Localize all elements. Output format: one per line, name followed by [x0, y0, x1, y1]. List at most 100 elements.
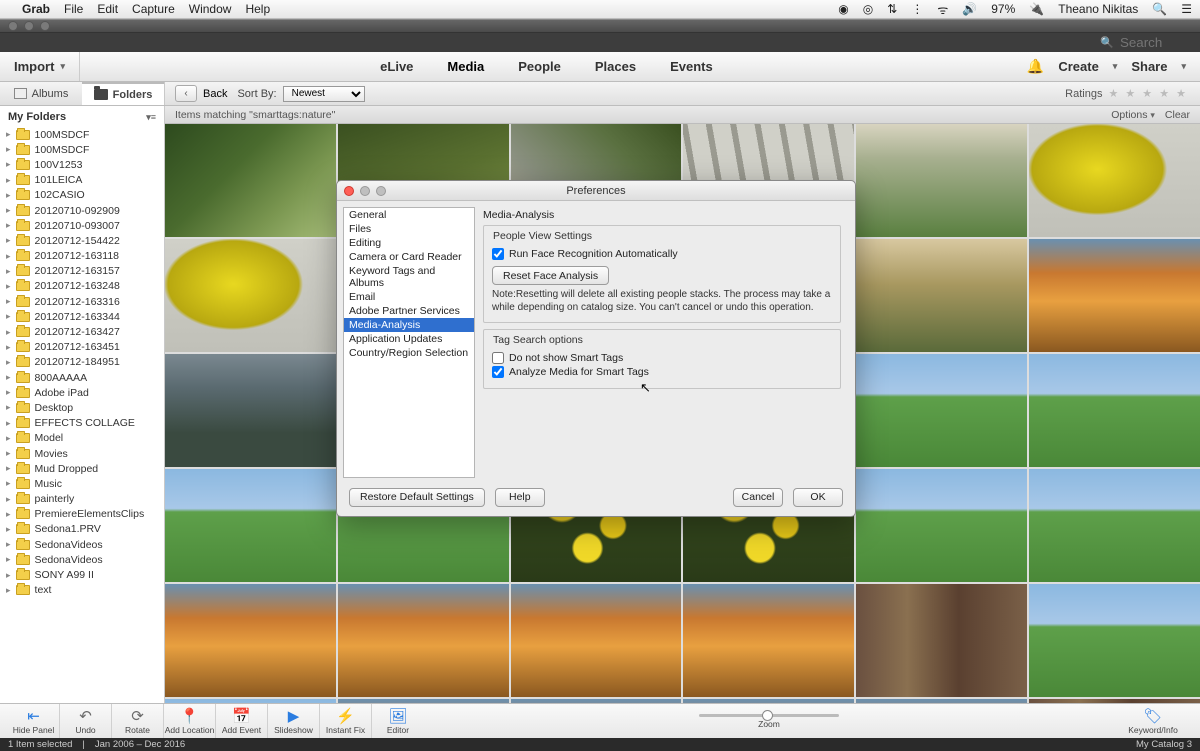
toolbar-add-location[interactable]: 📍Add Location: [164, 704, 216, 738]
thumbnail[interactable]: [165, 584, 336, 697]
toolbar-editor[interactable]: 🖼Editor: [372, 704, 424, 738]
pref-category[interactable]: General: [344, 208, 474, 222]
run-face-recognition-checkbox[interactable]: Run Face Recognition Automatically: [492, 248, 832, 260]
dialog-titlebar[interactable]: Preferences: [337, 181, 855, 201]
menu-edit[interactable]: Edit: [97, 2, 118, 16]
app-menu[interactable]: Grab: [22, 2, 50, 16]
thumbnail[interactable]: [856, 124, 1027, 237]
toolbar-slideshow[interactable]: ▶Slideshow: [268, 704, 320, 738]
thumbnail[interactable]: [165, 469, 336, 582]
reset-face-analysis-button[interactable]: Reset Face Analysis: [492, 266, 609, 285]
pref-category[interactable]: Keyword Tags and Albums: [344, 264, 474, 290]
sort-select[interactable]: Newest: [283, 86, 365, 102]
cancel-button[interactable]: Cancel: [733, 488, 783, 507]
nav-places[interactable]: Places: [595, 59, 636, 74]
sidebar-folder[interactable]: ▸100V1253: [6, 157, 164, 172]
pref-category[interactable]: Editing: [344, 236, 474, 250]
sidebar-folder[interactable]: ▸Music: [6, 476, 164, 491]
clear-filter[interactable]: Clear: [1165, 109, 1190, 121]
share-button[interactable]: Share: [1131, 59, 1167, 74]
sidebar-folder[interactable]: ▸20120712-184951: [6, 355, 164, 370]
sidebar-folder[interactable]: ▸20120712-163451: [6, 340, 164, 355]
menu-file[interactable]: File: [64, 2, 83, 16]
close-icon[interactable]: [8, 21, 18, 31]
sidebar-folder[interactable]: ▸Adobe iPad: [6, 385, 164, 400]
no-smart-tags-checkbox[interactable]: Do not show Smart Tags: [492, 352, 832, 364]
sidebar-folder[interactable]: ▸800AAAAA: [6, 370, 164, 385]
menu-help[interactable]: Help: [245, 2, 270, 16]
nav-media[interactable]: Media: [447, 59, 484, 74]
menu-capture[interactable]: Capture: [132, 2, 175, 16]
nav-people[interactable]: People: [518, 59, 561, 74]
ok-button[interactable]: OK: [793, 488, 843, 507]
sidebar-menu-icon[interactable]: ▾≡: [146, 112, 156, 123]
sidebar-folder[interactable]: ▸SedonaVideos: [6, 552, 164, 567]
pref-category[interactable]: Camera or Card Reader: [344, 250, 474, 264]
help-button[interactable]: Help: [495, 488, 545, 507]
analyze-smart-tags-checkbox[interactable]: Analyze Media for Smart Tags: [492, 366, 832, 378]
keyword-info-button[interactable]: 🏷Keyword/Info: [1114, 704, 1192, 738]
sidebar-folder[interactable]: ▸20120710-092909: [6, 203, 164, 218]
minimize-icon[interactable]: [24, 21, 34, 31]
search-icon[interactable]: 🔍: [1100, 36, 1114, 49]
thumbnail[interactable]: [511, 584, 682, 697]
pref-category[interactable]: Application Updates: [344, 332, 474, 346]
thumbnail[interactable]: [683, 584, 854, 697]
user-name[interactable]: Theano Nikitas: [1058, 2, 1138, 16]
catalog-name[interactable]: My Catalog 3: [1136, 739, 1192, 750]
sidebar-folder[interactable]: ▸SONY A99 II: [6, 567, 164, 582]
close-icon[interactable]: [344, 186, 354, 196]
sidebar-folder[interactable]: ▸EFFECTS COLLAGE: [6, 416, 164, 431]
sidebar-folder[interactable]: ▸20120712-163118: [6, 249, 164, 264]
nav-elive[interactable]: eLive: [380, 59, 413, 74]
sidebar-folder[interactable]: ▸20120712-163427: [6, 324, 164, 339]
thumbnail[interactable]: [338, 584, 509, 697]
menu-window[interactable]: Window: [189, 2, 232, 16]
sidebar-folder[interactable]: ▸101LEICA: [6, 173, 164, 188]
sidebar-folder[interactable]: ▸Movies: [6, 446, 164, 461]
sidebar-folder[interactable]: ▸20120712-163248: [6, 279, 164, 294]
bell-icon[interactable]: 🔔: [1027, 58, 1044, 75]
thumbnail[interactable]: [165, 124, 336, 237]
thumbnail[interactable]: [1029, 354, 1200, 467]
sidebar-folder[interactable]: ▸20120712-163157: [6, 264, 164, 279]
thumbnail[interactable]: [165, 354, 336, 467]
pref-category[interactable]: Email: [344, 290, 474, 304]
sidebar-folder[interactable]: ▸20120712-163316: [6, 294, 164, 309]
toolbar-instant-fix[interactable]: ⚡Instant Fix: [320, 704, 372, 738]
pref-category[interactable]: Files: [344, 222, 474, 236]
import-button[interactable]: Import▾: [0, 52, 80, 81]
sidebar-folder[interactable]: ▸100MSDCF: [6, 142, 164, 157]
sidebar-folder[interactable]: ▸text: [6, 583, 164, 598]
pref-category[interactable]: Media-Analysis: [344, 318, 474, 332]
tab-folders[interactable]: Folders: [82, 82, 164, 105]
thumbnail[interactable]: [856, 239, 1027, 352]
pref-category[interactable]: Adobe Partner Services: [344, 304, 474, 318]
sidebar-folder[interactable]: ▸PremiereElementsClips: [6, 507, 164, 522]
back-label[interactable]: Back: [203, 88, 227, 100]
sidebar-folder[interactable]: ▸Mud Dropped: [6, 461, 164, 476]
thumbnail[interactable]: [1029, 584, 1200, 697]
spotlight-icon[interactable]: 🔍: [1152, 2, 1167, 16]
search-input[interactable]: [1120, 35, 1190, 50]
zoom-slider[interactable]: [699, 714, 839, 717]
sidebar-folder[interactable]: ▸Sedona1.PRV: [6, 522, 164, 537]
sidebar-folder[interactable]: ▸20120712-154422: [6, 233, 164, 248]
thumbnail[interactable]: [1029, 239, 1200, 352]
toolbar-hide-panel[interactable]: ⇤Hide Panel: [8, 704, 60, 738]
dropbox-icon[interactable]: ⇅: [887, 2, 897, 16]
tab-albums[interactable]: Albums: [0, 82, 82, 105]
rating-stars[interactable]: ★ ★ ★ ★ ★: [1108, 87, 1188, 100]
thumbnail[interactable]: [1029, 124, 1200, 237]
status-icon[interactable]: ◉: [838, 2, 848, 16]
sidebar-folder[interactable]: ▸SedonaVideos: [6, 537, 164, 552]
thumbnail[interactable]: [165, 239, 336, 352]
sidebar-folder[interactable]: ▸100MSDCF: [6, 127, 164, 142]
sidebar-folder[interactable]: ▸painterly: [6, 492, 164, 507]
sidebar-folder[interactable]: ▸20120712-163344: [6, 309, 164, 324]
thumbnail[interactable]: [856, 469, 1027, 582]
sidebar-folder[interactable]: ▸20120710-093007: [6, 218, 164, 233]
options-menu[interactable]: Options ▾: [1111, 109, 1155, 121]
create-button[interactable]: Create: [1058, 59, 1098, 74]
wifi-icon[interactable]: ᯤ: [937, 1, 948, 18]
